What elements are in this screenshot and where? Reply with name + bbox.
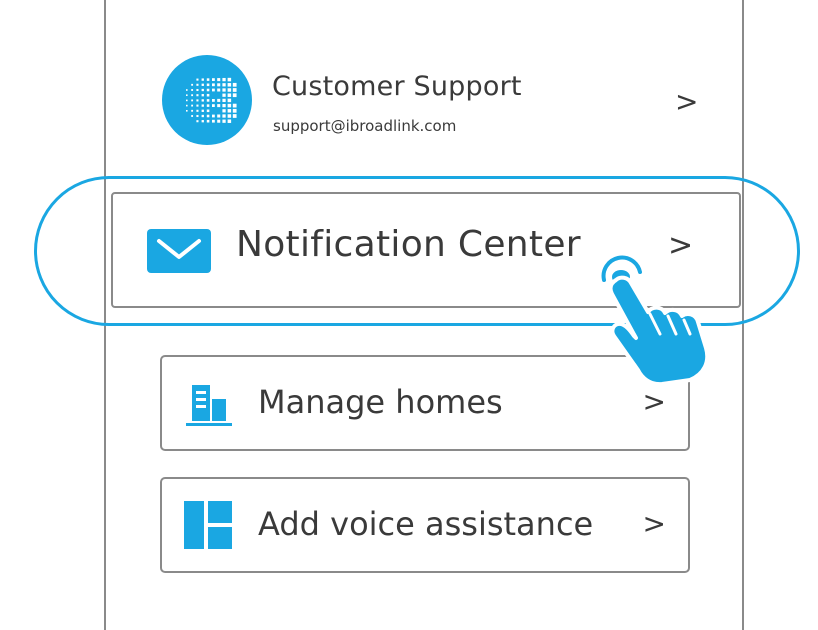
logo-dot (196, 120, 199, 123)
logo-dot (222, 83, 226, 87)
logo-dot (196, 104, 199, 107)
logo-dot (232, 103, 237, 108)
logo-dot (227, 98, 232, 103)
support-title: Customer Support (272, 71, 522, 102)
logo-dot (206, 78, 210, 81)
logo-dot (191, 94, 194, 97)
logo-dot (196, 94, 199, 97)
logo-dot (186, 110, 188, 112)
logo-dot (212, 114, 215, 118)
logo-dot (206, 119, 210, 123)
logo-dot (212, 78, 215, 81)
logo-dot (222, 98, 226, 103)
logo-dot (212, 119, 215, 123)
notification-center-label: Notification Center (236, 224, 581, 265)
logo-dot (227, 83, 232, 87)
logo-dot (196, 109, 199, 112)
logo-dot (232, 82, 237, 87)
chevron-right-icon: > (642, 385, 666, 418)
logo-dot (227, 88, 232, 92)
chevron-right-icon: > (642, 507, 666, 540)
logo-dot (206, 93, 210, 97)
logo-dot (206, 114, 210, 118)
logo-dot (201, 78, 204, 81)
logo-dot (222, 109, 226, 113)
logo-dot (222, 88, 226, 92)
logo-dot (186, 89, 188, 91)
logo-dot (206, 99, 210, 102)
logo-dot (196, 99, 199, 102)
logo-dot (232, 88, 237, 92)
logo-dot (191, 99, 194, 102)
tutorial-stage: Customer Support support@ibroadlink.com … (0, 0, 818, 630)
logo-dot (222, 114, 226, 118)
chevron-right-icon: > (675, 85, 699, 118)
logo-dot (222, 119, 226, 123)
logo-dot (217, 98, 221, 102)
logo-dot (227, 77, 232, 82)
manage-homes-label: Manage homes (258, 383, 503, 421)
logo-dot (191, 115, 194, 117)
customer-support-row[interactable]: Customer Support support@ibroadlink.com … (160, 55, 700, 150)
logo-dot (227, 93, 232, 97)
tiles-icon (184, 501, 232, 549)
logo-dot (196, 88, 199, 92)
logo-dot (227, 114, 232, 118)
support-email: support@ibroadlink.com (273, 117, 457, 135)
logo-dot (206, 104, 210, 107)
logo-dot (201, 83, 204, 86)
logo-dot (201, 94, 204, 97)
logo-dot (222, 93, 226, 97)
logo-dot (217, 88, 221, 92)
logo-dot (212, 83, 215, 87)
logo-dot (217, 83, 221, 87)
logo-dot (191, 83, 194, 86)
logo-dot (227, 109, 232, 113)
logo-dot (206, 83, 210, 87)
logo-dot (217, 104, 221, 108)
logo-dot (191, 104, 194, 107)
logo-dot (201, 120, 204, 123)
logo-dot (186, 94, 188, 96)
logo-dot (212, 99, 215, 102)
logo-dot (191, 109, 194, 112)
logo-dot (217, 78, 221, 82)
logo-dot (222, 103, 226, 108)
logo-dot (232, 114, 237, 118)
logo-dot (196, 83, 199, 86)
logo-dot (217, 114, 221, 118)
logo-dot (196, 78, 199, 81)
add-voice-assistance-label: Add voice assistance (258, 505, 594, 543)
logo-dot (227, 103, 232, 108)
envelope-icon (147, 229, 211, 273)
logo-dot (232, 93, 237, 98)
building-icon (186, 385, 232, 426)
logo-dot (217, 119, 221, 123)
logo-dot (191, 89, 194, 91)
logo-dot (206, 109, 210, 113)
logo-dot (201, 99, 204, 102)
logo-dot (212, 88, 215, 92)
logo-dot (201, 114, 204, 118)
logo-dot (186, 99, 188, 102)
logo-dot (222, 77, 226, 82)
logo-dot (201, 109, 204, 112)
logo-dot (227, 119, 232, 123)
logo-dot (201, 88, 204, 92)
logo-dot (212, 104, 215, 107)
logo-dot (201, 104, 204, 107)
add-voice-assistance-button[interactable]: Add voice assistance > (160, 477, 690, 573)
tap-hand-icon (601, 255, 710, 385)
logo-dot (186, 104, 188, 107)
logo-dot (232, 108, 237, 113)
logo-dot (196, 114, 199, 118)
broadlink-logo-icon (162, 55, 252, 145)
logo-dot (206, 88, 210, 92)
